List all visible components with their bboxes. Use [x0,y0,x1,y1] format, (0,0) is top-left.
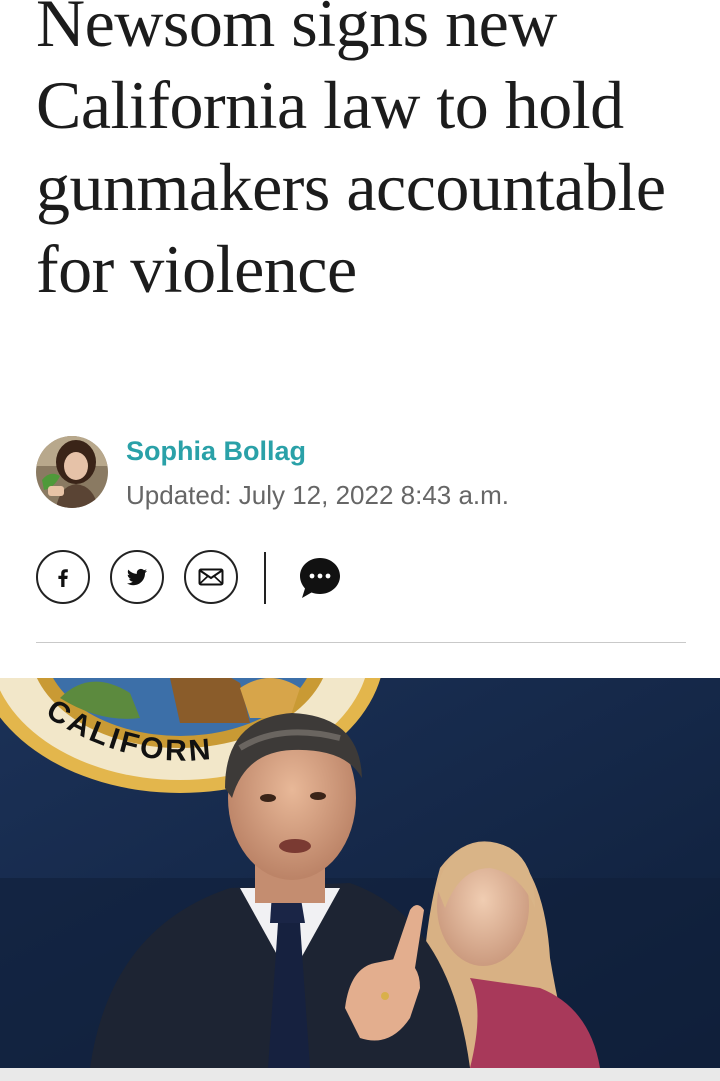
twitter-icon [127,568,147,586]
share-bar [36,550,686,608]
share-divider [264,552,266,604]
author-link[interactable]: Sophia Bollag [126,436,306,466]
hero-image[interactable]: CALIFORN [0,678,720,1068]
facebook-icon [58,569,68,587]
bottom-bar [0,1068,720,1081]
updated-timestamp: Updated: July 12, 2022 8:43 a.m. [126,480,510,510]
facebook-share-button[interactable] [36,550,90,604]
article-headline: Newsom signs new California law to hold … [36,0,666,307]
byline: Sophia Bollag Updated: July 12, 2022 8:4… [36,436,686,510]
author-avatar[interactable] [36,436,108,508]
twitter-share-button[interactable] [110,550,164,604]
email-share-button[interactable] [184,550,238,604]
hero-photo: CALIFORN [0,678,720,1068]
mail-icon [198,568,224,586]
comments-button[interactable] [298,556,342,600]
comment-bubble-icon [300,558,340,598]
section-divider [36,642,686,643]
